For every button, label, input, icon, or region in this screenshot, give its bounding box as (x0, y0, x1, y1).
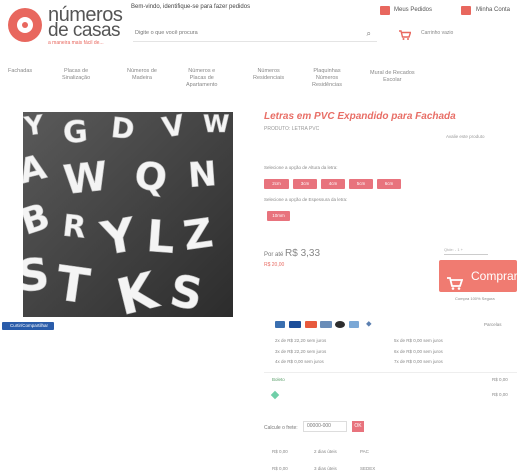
nav-item-placas-sinalizacao[interactable]: Placas de Sinalização (62, 68, 90, 82)
search-input[interactable] (135, 30, 355, 36)
boleto-label: Boleto (272, 377, 285, 382)
secure-purchase-text: Compra 100% Segura (455, 296, 495, 301)
boleto-icon: ⬥ (366, 319, 372, 328)
svg-text:N: N (187, 154, 218, 196)
shipping-label: Calcule o frete: (264, 425, 298, 431)
nav-item-numeros-apartamento[interactable]: Números e Placas de Apartamento (186, 68, 218, 89)
nav-item-mural[interactable]: Mural de Recados Escolar (370, 70, 415, 84)
cep-calculate-button[interactable]: OK (352, 421, 364, 432)
option-height-label: Selecione a opção de Altura da letra: (264, 165, 338, 170)
shipping-method: SEDEX (360, 466, 376, 471)
visa-icon (275, 321, 285, 328)
header: números de casas a maneira mais fácil de… (0, 0, 517, 58)
my-account-link[interactable]: Minha Conta (476, 7, 510, 13)
search-icon[interactable]: ⌕ (367, 29, 371, 39)
nav-item-numeros-madeira[interactable]: Números de Madeira (127, 68, 157, 82)
installment-row: 5x de R$ 0,00 sem juros (394, 338, 443, 343)
product-image[interactable]: Y G D V W A W Q N B R Y L Z S T K S (23, 112, 233, 317)
boleto-price: R$ 0,00 (492, 377, 508, 382)
installment-row: 6x de R$ 0,00 sem juros (394, 349, 443, 354)
nav-item-numeros-residenciais[interactable]: Números Residenciais (253, 68, 284, 82)
orders-icon (380, 6, 390, 15)
buy-button-label: Comprar (471, 269, 517, 283)
divider (264, 372, 517, 373)
hipercard-icon (349, 321, 359, 328)
welcome-text[interactable]: Bem-vindo, identifique-se para fazer ped… (131, 4, 250, 10)
svg-text:G: G (62, 114, 89, 151)
shipping-time: 2 dias úteis (314, 449, 337, 454)
product-title: Letras em PVC Expandido para Fachada (264, 111, 456, 122)
amex-icon (289, 321, 301, 328)
letters-photo: Y G D V W A W Q N B R Y L Z S T K S (23, 112, 233, 317)
buy-button[interactable]: Comprar (439, 260, 517, 292)
diners-icon (320, 321, 332, 328)
logo-text-bottom[interactable]: de casas (48, 20, 121, 42)
installment-row: 3x de R$ 22,20 sem juros (275, 349, 327, 354)
cart-icon[interactable] (399, 27, 412, 40)
svg-text:R: R (61, 209, 88, 246)
option-height-4[interactable]: 6cm (377, 179, 401, 189)
product-ref: PRODUTO: LETRA PVC (264, 126, 320, 132)
pix-price: R$ 0,00 (492, 392, 508, 397)
mastercard-icon (305, 321, 317, 328)
svg-text:L: L (145, 211, 177, 264)
facebook-share-button[interactable]: Curtir/Compartilhar (2, 322, 54, 330)
svg-text:D: D (109, 112, 136, 146)
price-prefix: Por até (264, 252, 284, 258)
logo-icon[interactable] (8, 8, 42, 42)
svg-text:W: W (203, 112, 229, 138)
option-thickness-label: Selecione a opção de Espessura da letra: (264, 197, 348, 202)
price-value: R$ 3,33 (285, 248, 321, 259)
shipping-method: PAC (360, 449, 369, 454)
shipping-price: R$ 0,00 (272, 449, 288, 454)
option-thickness-0[interactable]: 10mm (267, 211, 290, 221)
cep-input[interactable]: 00000-000 (303, 421, 347, 432)
price-block: Por até R$ 3,33 (264, 248, 320, 259)
option-height-1[interactable]: 3cm (293, 179, 317, 189)
nav-item-fachadas[interactable]: Fachadas (8, 68, 32, 75)
nav-item-plaquinhas[interactable]: Plaquinhas Números Residências (312, 68, 342, 89)
elo-icon (335, 321, 345, 328)
main-nav: Fachadas Placas de Sinalização Números d… (0, 66, 517, 96)
quantity-stepper[interactable]: Qtde: - 1 + (444, 247, 488, 255)
account-icon (461, 6, 471, 15)
installment-row: 7x de R$ 0,00 sem juros (394, 359, 443, 364)
option-height-2[interactable]: 4cm (321, 179, 345, 189)
logo-tagline: a maneira mais fácil de... (48, 40, 104, 46)
pix-icon (270, 390, 280, 400)
svg-text:W: W (61, 154, 110, 204)
option-height-3[interactable]: 5cm (349, 179, 373, 189)
cart-status[interactable]: Carrinho vazio (421, 30, 453, 36)
my-orders-link[interactable]: Meus Pedidos (394, 7, 432, 13)
installments-link[interactable]: Parcelas (484, 322, 502, 327)
price-old: R$ 20,00 (264, 262, 285, 268)
svg-text:Q: Q (132, 153, 170, 201)
review-link[interactable]: Avalie este produto (446, 134, 484, 139)
shipping-time: 3 dias úteis (314, 466, 337, 471)
installment-row: 2x de R$ 22,20 sem juros (275, 338, 327, 343)
installment-row: 4x de R$ 0,00 sem juros (275, 359, 324, 364)
option-height-0[interactable]: 2cm (264, 179, 289, 189)
search-bar[interactable]: ⌕ (133, 26, 377, 42)
shipping-price: R$ 0,00 (272, 466, 288, 471)
